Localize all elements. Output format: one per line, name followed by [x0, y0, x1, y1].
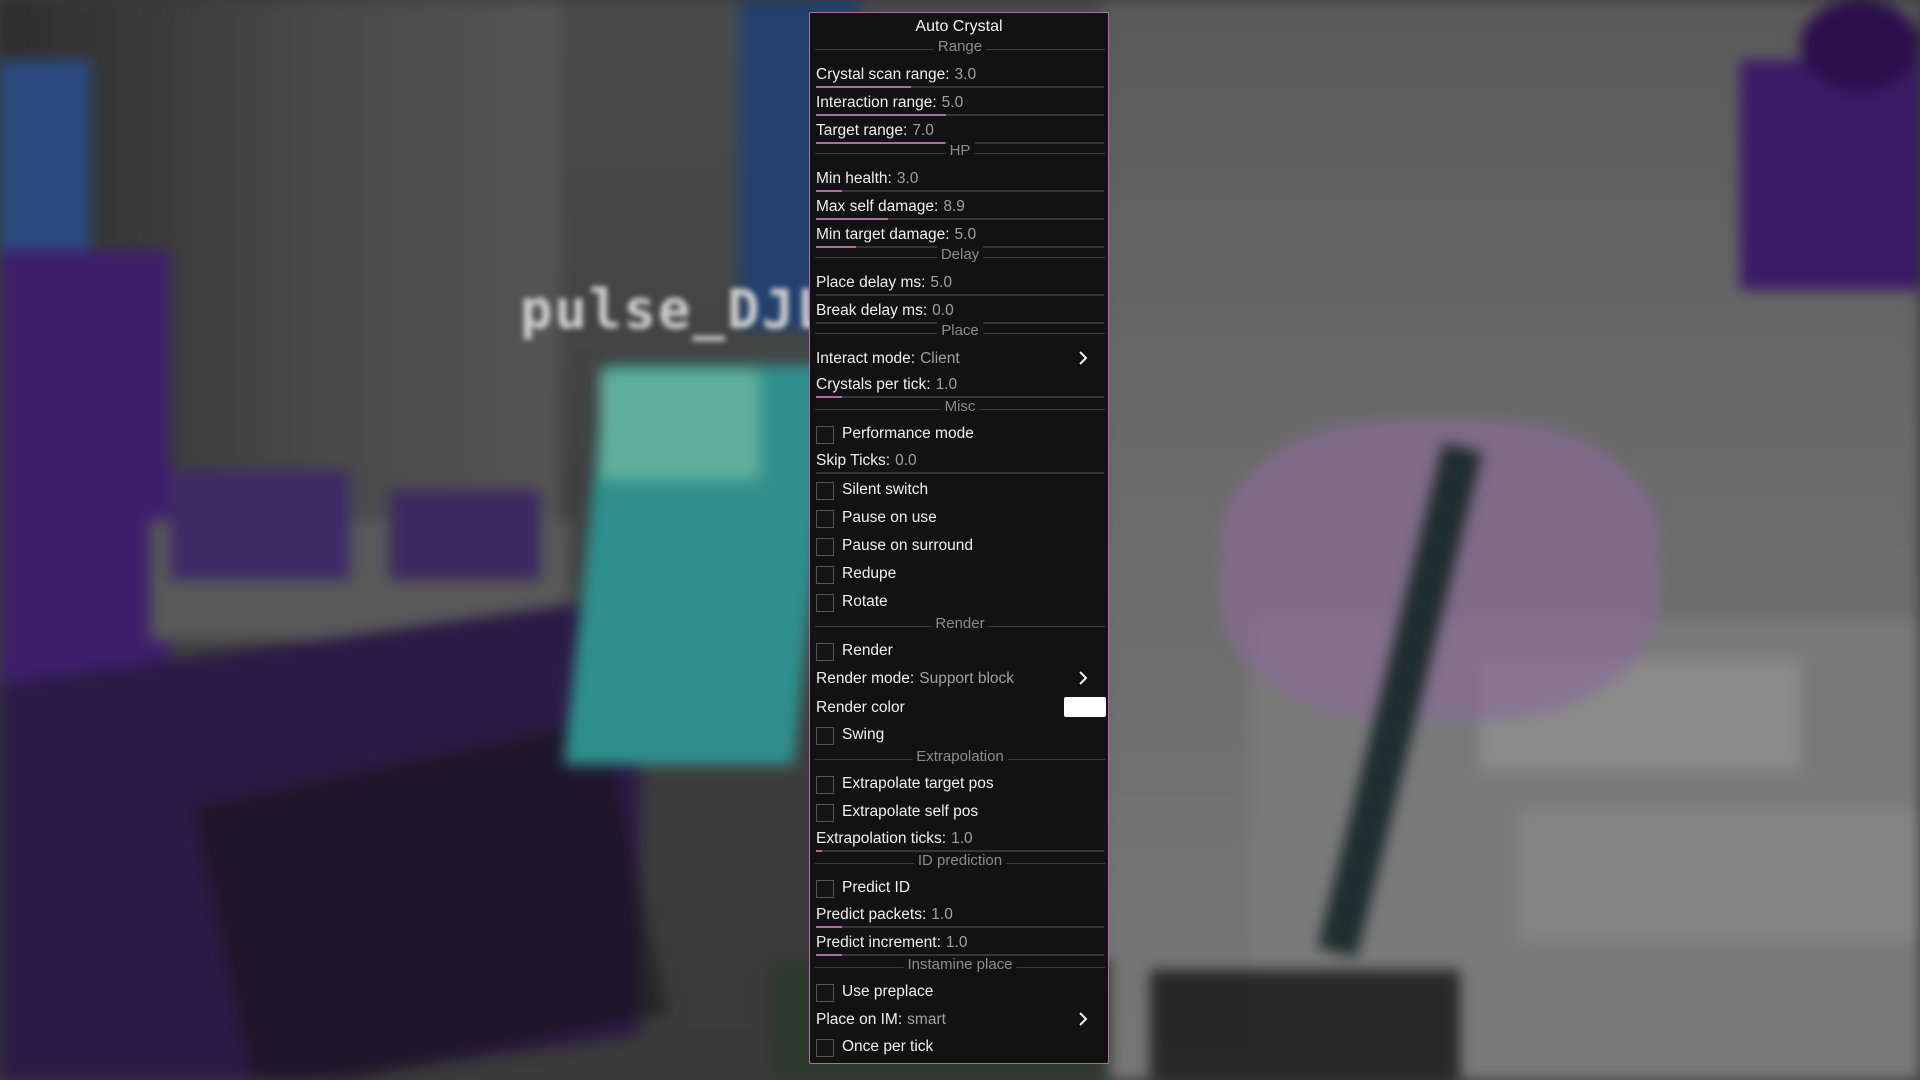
color-swatch[interactable]	[1064, 697, 1106, 717]
checkbox-box[interactable]	[816, 880, 834, 898]
rotate-checkbox[interactable]: Rotate	[816, 591, 1104, 615]
auto-crystal-panel: Auto Crystal Range Crystal scan range: 3.…	[809, 12, 1109, 1064]
checkbox-box[interactable]	[816, 482, 834, 500]
render-color-picker[interactable]: Render color	[816, 697, 1106, 721]
extrapolate-target-pos-checkbox[interactable]: Extrapolate target pos	[816, 773, 1104, 797]
section-range: Range	[815, 38, 1105, 58]
checkbox-box[interactable]	[816, 426, 834, 444]
section-misc: Misc	[815, 398, 1105, 418]
checkbox-box[interactable]	[816, 594, 834, 612]
redupe-checkbox[interactable]: Redupe	[816, 563, 1104, 587]
crystal-scan-range-slider[interactable]: Crystal scan range: 3.0	[816, 64, 1104, 88]
panel-title[interactable]: Auto Crystal	[810, 18, 1108, 36]
min-health-slider[interactable]: Min health: 3.0	[816, 168, 1104, 192]
checkbox-box[interactable]	[816, 566, 834, 584]
swing-checkbox[interactable]: Swing	[816, 724, 1104, 748]
checkbox-box[interactable]	[816, 984, 834, 1002]
render-checkbox[interactable]: Render	[816, 640, 1104, 664]
crystals-per-tick-slider[interactable]: Crystals per tick: 1.0	[816, 374, 1104, 398]
predict-id-checkbox[interactable]: Predict ID	[816, 877, 1104, 901]
use-preplace-checkbox[interactable]: Use preplace	[816, 981, 1104, 1005]
max-self-damage-slider[interactable]: Max self damage: 8.9	[816, 196, 1104, 220]
checkbox-box[interactable]	[816, 727, 834, 745]
predict-packets-slider[interactable]: Predict packets: 1.0	[816, 904, 1104, 928]
place-delay-slider[interactable]: Place delay ms: 5.0	[816, 272, 1104, 296]
checkbox-box[interactable]	[816, 538, 834, 556]
section-delay: Delay	[815, 246, 1105, 266]
pause-on-use-checkbox[interactable]: Pause on use	[816, 507, 1104, 531]
silent-switch-checkbox[interactable]: Silent switch	[816, 479, 1104, 503]
section-render: Render	[815, 615, 1105, 635]
extrapolate-self-pos-checkbox[interactable]: Extrapolate self pos	[816, 801, 1104, 825]
section-hp: HP	[815, 142, 1105, 162]
render-mode-selector[interactable]: Render mode: Support block	[816, 668, 1104, 692]
predict-increment-slider[interactable]: Predict increment: 1.0	[816, 932, 1104, 956]
checkbox-box[interactable]	[816, 804, 834, 822]
once-per-tick-checkbox[interactable]: Once per tick	[816, 1036, 1104, 1060]
place-on-im-selector[interactable]: Place on IM: smart	[816, 1009, 1104, 1033]
break-delay-slider[interactable]: Break delay ms: 0.0	[816, 300, 1104, 324]
interact-mode-selector[interactable]: Interact mode: Client	[816, 348, 1104, 372]
checkbox-box[interactable]	[816, 1039, 834, 1057]
min-target-damage-slider[interactable]: Min target damage: 5.0	[816, 224, 1104, 248]
interaction-range-slider[interactable]: Interaction range: 5.0	[816, 92, 1104, 116]
chevron-right-icon[interactable]	[1074, 668, 1092, 688]
section-extrapolation: Extrapolation	[815, 748, 1105, 768]
section-place: Place	[815, 322, 1105, 342]
checkbox-box[interactable]	[816, 510, 834, 528]
chevron-right-icon[interactable]	[1074, 1009, 1092, 1029]
checkbox-box[interactable]	[816, 776, 834, 794]
pause-on-surround-checkbox[interactable]: Pause on surround	[816, 535, 1104, 559]
performance-mode-checkbox[interactable]: Performance mode	[816, 423, 1104, 447]
section-id-prediction: ID prediction	[815, 852, 1105, 872]
skip-ticks-slider[interactable]: Skip Ticks: 0.0	[816, 450, 1104, 474]
extrapolation-ticks-slider[interactable]: Extrapolation ticks: 1.0	[816, 828, 1104, 852]
chevron-right-icon[interactable]	[1074, 348, 1092, 368]
player-nametag: pulse_DJL	[520, 278, 831, 341]
target-range-slider[interactable]: Target range: 7.0	[816, 120, 1104, 144]
checkbox-box[interactable]	[816, 643, 834, 661]
section-instamine-place: Instamine place	[815, 956, 1105, 976]
